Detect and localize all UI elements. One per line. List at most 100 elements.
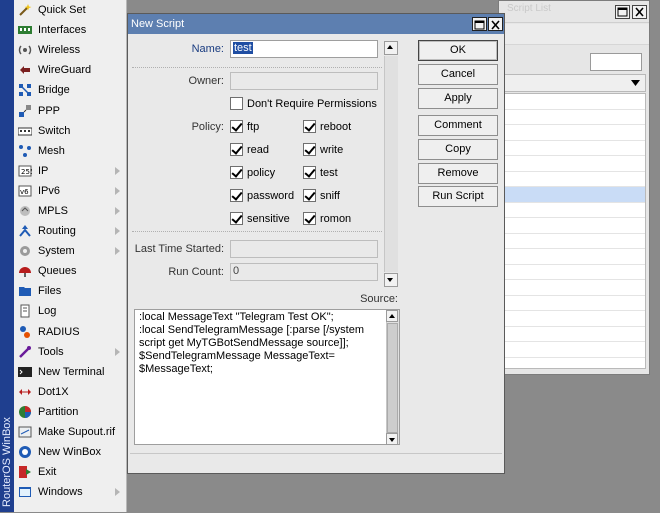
policy-test-checkbox[interactable]: test bbox=[303, 166, 338, 179]
checkbox-box[interactable] bbox=[303, 120, 316, 133]
sidebar-item-label: Partition bbox=[38, 405, 79, 418]
sidebar-item-system[interactable]: System bbox=[14, 241, 126, 261]
table-row[interactable] bbox=[502, 296, 645, 311]
sidebar-item-ppp[interactable]: PPP bbox=[14, 100, 126, 120]
table-row[interactable] bbox=[502, 203, 645, 218]
last-time-started-field[interactable] bbox=[230, 240, 378, 258]
dont-require-permissions-checkbox[interactable]: Don't Require Permissions bbox=[230, 97, 377, 110]
table-row[interactable] bbox=[502, 280, 645, 296]
sidebar-item-dot1x[interactable]: Dot1X bbox=[14, 382, 126, 402]
checkbox-box[interactable] bbox=[230, 212, 243, 225]
policy-read-checkbox[interactable]: read bbox=[230, 143, 269, 156]
table-row[interactable] bbox=[502, 172, 645, 187]
sidebar-item-windows[interactable]: Windows bbox=[14, 482, 126, 502]
table-row[interactable] bbox=[502, 125, 645, 141]
form-scrollbar[interactable] bbox=[384, 56, 398, 272]
comment-button[interactable]: Comment bbox=[418, 115, 498, 136]
policy-sensitive-checkbox[interactable]: sensitive bbox=[230, 212, 290, 225]
policy-policy-checkbox[interactable]: policy bbox=[230, 166, 275, 179]
sidebar-item-ip[interactable]: 255 IP bbox=[14, 161, 126, 181]
run-script-button[interactable]: Run Script bbox=[418, 186, 498, 207]
switch-icon bbox=[17, 124, 33, 138]
sidebar-item-log[interactable]: Log bbox=[14, 301, 126, 321]
chevron-down-icon[interactable] bbox=[631, 80, 640, 86]
remove-button[interactable]: Remove bbox=[418, 163, 498, 184]
scroll-down-button[interactable] bbox=[384, 273, 398, 287]
close-button[interactable] bbox=[488, 17, 503, 31]
sidebar-item-routing[interactable]: Routing bbox=[14, 221, 126, 241]
sidebar-item-new-winbox[interactable]: New WinBox bbox=[14, 442, 126, 462]
table-row[interactable] bbox=[502, 110, 645, 125]
checkbox-box[interactable] bbox=[230, 97, 243, 110]
close-button[interactable] bbox=[632, 5, 647, 19]
policy-label-text: write bbox=[320, 143, 344, 156]
ok-button[interactable]: OK bbox=[418, 40, 498, 61]
sidebar-menu: Quick Set Interfaces Wireless WireGuard Brid… bbox=[14, 0, 127, 512]
table-header[interactable] bbox=[501, 74, 646, 92]
dialog-titlebar[interactable]: New Script bbox=[128, 14, 504, 34]
policy-sniff-checkbox[interactable]: sniff bbox=[303, 189, 340, 202]
policy-romon-checkbox[interactable]: romon bbox=[303, 212, 351, 225]
owner-field[interactable] bbox=[230, 72, 378, 90]
checkbox-box[interactable] bbox=[303, 212, 316, 225]
apply-button[interactable]: Apply bbox=[418, 88, 498, 109]
sidebar-item-make-supout-rif[interactable]: Make Supout.rif bbox=[14, 422, 126, 442]
policy-ftp-checkbox[interactable]: ftp bbox=[230, 120, 259, 133]
checkbox-box[interactable] bbox=[230, 143, 243, 156]
checkbox-box[interactable] bbox=[303, 166, 316, 179]
sidebar-item-tools[interactable]: Tools bbox=[14, 342, 126, 362]
sidebar-item-ipv6[interactable]: v6 IPv6 bbox=[14, 181, 126, 201]
sidebar-item-quick-set[interactable]: Quick Set bbox=[14, 0, 126, 20]
sidebar-item-interfaces[interactable]: Interfaces bbox=[14, 20, 126, 40]
winbox-icon bbox=[18, 445, 32, 459]
last-time-started-label: Last Time Started: bbox=[134, 243, 224, 255]
table-row[interactable] bbox=[502, 141, 645, 156]
checkbox-box[interactable] bbox=[230, 120, 243, 133]
table-row[interactable] bbox=[502, 234, 645, 249]
table-row[interactable] bbox=[502, 342, 645, 358]
source-scroll-thumb[interactable] bbox=[387, 323, 398, 433]
checkbox-box[interactable] bbox=[303, 189, 316, 202]
table-row[interactable] bbox=[502, 218, 645, 234]
ip-icon: 255 bbox=[18, 164, 34, 178]
sidebar-item-partition[interactable]: Partition bbox=[14, 402, 126, 422]
policy-write-checkbox[interactable]: write bbox=[303, 143, 343, 156]
script-list-titlebar[interactable]: Script List bbox=[499, 1, 649, 23]
source-editor[interactable]: :local MessageText "Telegram Test OK"; :… bbox=[134, 309, 400, 445]
maximize-button[interactable] bbox=[472, 17, 487, 31]
source-scroll-down-button[interactable] bbox=[386, 433, 398, 445]
table-row[interactable] bbox=[502, 156, 645, 172]
table-row[interactable] bbox=[502, 187, 645, 203]
table-row[interactable] bbox=[502, 94, 645, 110]
sidebar-item-new-terminal[interactable]: New Terminal bbox=[14, 362, 126, 382]
checkbox-box[interactable] bbox=[230, 189, 243, 202]
cancel-button[interactable]: Cancel bbox=[418, 64, 498, 85]
table-row[interactable] bbox=[502, 327, 645, 342]
sidebar-item-bridge[interactable]: Bridge bbox=[14, 80, 126, 100]
scroll-up-button[interactable] bbox=[384, 41, 398, 55]
sidebar-item-queues[interactable]: Queues bbox=[14, 261, 126, 281]
policy-reboot-checkbox[interactable]: reboot bbox=[303, 120, 351, 133]
sidebar-item-files[interactable]: Files bbox=[14, 281, 126, 301]
run-count-field[interactable]: 0 bbox=[230, 263, 378, 281]
sidebar-item-radius[interactable]: RADIUS bbox=[14, 322, 126, 342]
sidebar-item-mpls[interactable]: MPLS bbox=[14, 201, 126, 221]
sidebar-item-switch[interactable]: Switch bbox=[14, 121, 126, 141]
table-row[interactable] bbox=[502, 311, 645, 327]
checkbox-box[interactable] bbox=[303, 143, 316, 156]
find-input[interactable] bbox=[590, 53, 642, 71]
policy-password-checkbox[interactable]: password bbox=[230, 189, 294, 202]
sidebar-item-exit[interactable]: Exit bbox=[14, 462, 126, 482]
sidebar-item-wireless[interactable]: Wireless bbox=[14, 40, 126, 60]
table-row[interactable] bbox=[502, 265, 645, 280]
copy-button[interactable]: Copy bbox=[418, 139, 498, 160]
table-row[interactable] bbox=[502, 249, 645, 265]
name-field[interactable]: test bbox=[230, 40, 378, 58]
sidebar-item-wireguard[interactable]: WireGuard bbox=[14, 60, 126, 80]
owner-label: Owner: bbox=[188, 75, 224, 87]
maximize-button[interactable] bbox=[615, 5, 630, 19]
source-scroll-up-button[interactable] bbox=[386, 310, 398, 322]
sidebar-item-mesh[interactable]: Mesh bbox=[14, 141, 126, 161]
checkbox-box[interactable] bbox=[230, 166, 243, 179]
policy-label-text: ftp bbox=[247, 120, 260, 133]
